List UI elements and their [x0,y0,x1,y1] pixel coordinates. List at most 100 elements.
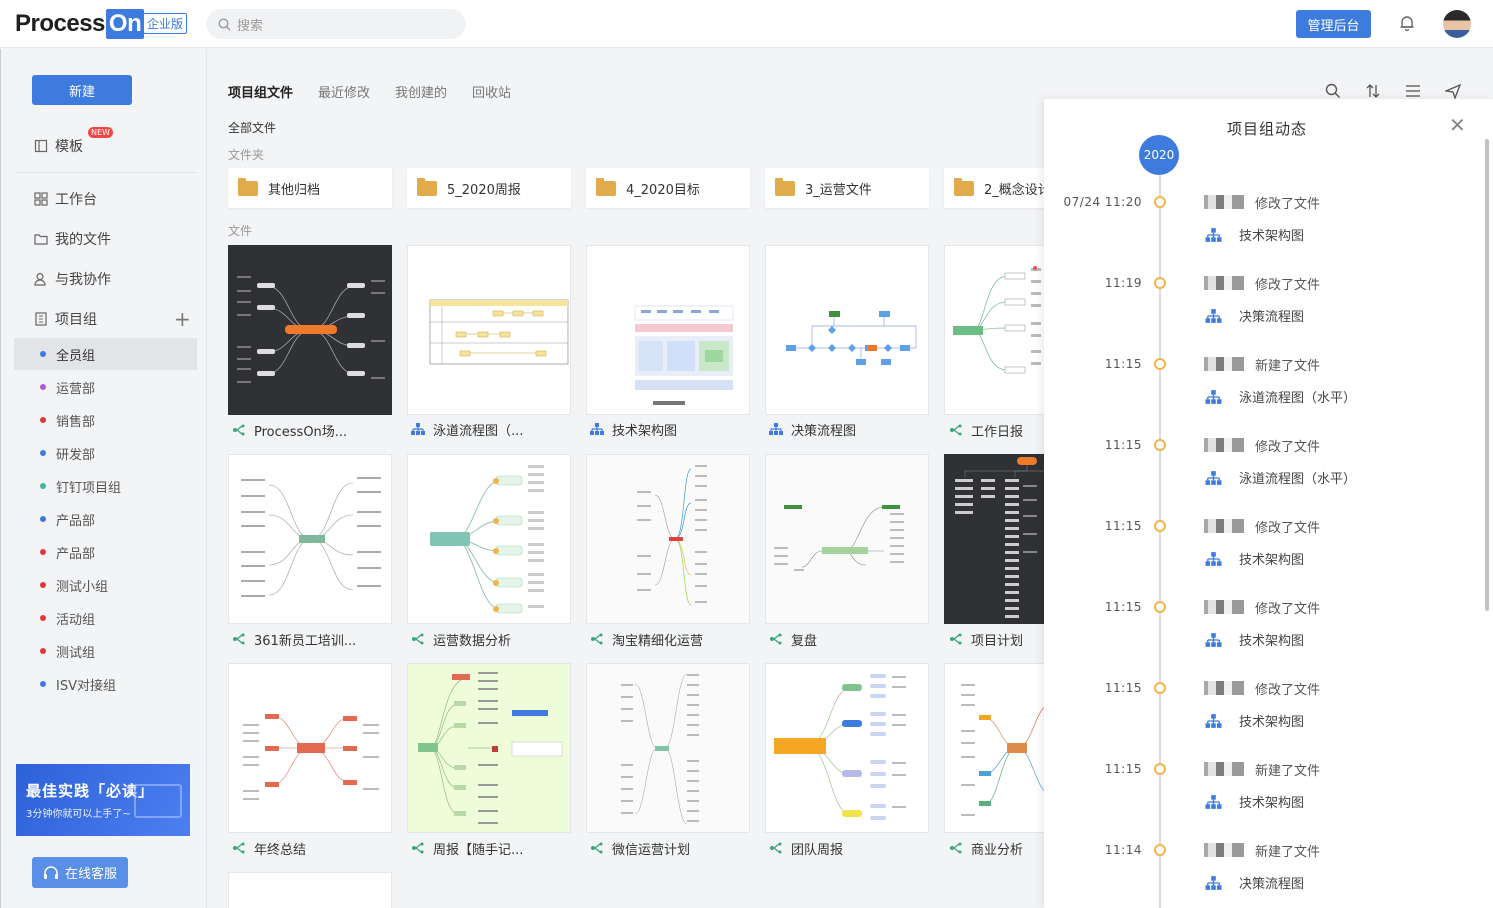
event-action: 修改了文件 [1255,278,1321,293]
tab-recent[interactable]: 最近修改 [318,82,370,101]
file-card[interactable] [407,663,571,833]
group-label: 产品部 [56,546,96,562]
file-card[interactable] [586,663,750,833]
mindmap-thumbnail [774,674,906,820]
event-file-link[interactable]: 技术架构图 [1205,549,1304,568]
file-label[interactable]: 361新员工培训... [232,630,356,649]
folder-item[interactable]: 3_运营文件 [765,168,929,208]
group-item[interactable]: 测试小组 [14,569,197,601]
file-label[interactable]: 泳道流程图（... [411,420,523,439]
close-icon[interactable]: ✕ [1449,113,1466,137]
file-label[interactable]: 年终总结 [232,839,306,858]
search-input[interactable]: 搜索 [206,9,466,39]
group-item[interactable]: 测试组 [14,635,197,667]
logo-text: Process [15,10,105,37]
folder-icon [417,177,437,196]
event-file-link[interactable]: 技术架构图 [1205,225,1304,244]
event-file-link[interactable]: 技术架构图 [1205,630,1304,649]
file-label[interactable]: 工作日报 [949,421,1023,440]
file-card[interactable] [407,454,571,624]
folder-item[interactable]: 其他归档 [228,168,392,208]
group-item[interactable]: 产品部 [14,503,197,535]
mindmap-thumbnail [237,276,385,383]
folder-item[interactable]: 5_2020周报 [407,168,571,208]
group-item[interactable]: 全员组 [14,338,197,370]
online-service-button[interactable]: 在线客服 [32,857,128,888]
group-dot [40,516,46,522]
file-label[interactable]: 项目计划 [949,630,1023,649]
sort-icon[interactable] [1365,83,1381,99]
send-icon[interactable] [1445,83,1461,99]
search-icon[interactable] [1325,83,1341,99]
tab-trash[interactable]: 回收站 [472,82,511,101]
file-label[interactable]: 复盘 [769,630,817,649]
group-item[interactable]: 销售部 [14,404,197,436]
event-action: 修改了文件 [1255,440,1321,455]
file-card[interactable] [765,245,929,415]
sidebar-item-workspace[interactable]: 工作台 [34,188,97,210]
event-file-name: 技术架构图 [1239,229,1305,244]
file-label[interactable]: 周报【随手记... [411,839,523,858]
sidebar-item-shared[interactable]: 与我协作 [34,268,111,290]
folder-icon [775,177,795,196]
group-item[interactable]: 产品部 [14,536,197,568]
file-card[interactable] [765,663,929,833]
file-label[interactable]: ProcessOn场... [232,421,347,440]
file-label[interactable]: 运营数据分析 [411,630,511,649]
group-dot [40,483,46,489]
file-card[interactable] [586,245,750,415]
event-file-link[interactable]: 泳道流程图（水平） [1205,387,1356,406]
file-card[interactable] [228,454,392,624]
group-dot [40,549,46,555]
add-group-button[interactable]: + [174,309,191,329]
tab-created-by-me[interactable]: 我创建的 [395,82,447,101]
sidebar-item-template[interactable]: 模板 NEW [34,127,113,157]
group-dot [40,582,46,588]
file-label[interactable]: 微信运营计划 [590,839,690,858]
user-avatar[interactable] [1443,10,1471,38]
mindmap-icon [950,424,962,436]
event-file-link[interactable]: 技术架构图 [1205,711,1304,730]
event-file-link[interactable]: 技术架构图 [1205,792,1304,811]
group-item[interactable]: 运营部 [14,371,197,403]
file-label[interactable]: 商业分析 [949,839,1023,858]
mindmap-icon [770,633,782,645]
file-card[interactable] [586,454,750,624]
timeline-dot [1154,439,1166,451]
file-label[interactable]: 技术架构图 [590,420,677,439]
list-view-icon[interactable] [1405,83,1421,99]
event-file-link[interactable]: 泳道流程图（水平） [1205,468,1356,487]
group-item[interactable]: 钉钉项目组 [14,470,197,502]
event-file-name: 泳道流程图（水平） [1239,472,1357,487]
folder-name: 3_运营文件 [805,182,872,198]
group-label: 钉钉项目组 [56,480,122,496]
folder-item[interactable]: 4_2020目标 [586,168,750,208]
group-item[interactable]: ISV对接组 [14,668,197,700]
mindmap-thumbnail [637,465,707,606]
file-card[interactable] [228,663,392,833]
file-label[interactable]: 团队周报 [769,839,843,858]
file-card[interactable] [228,872,392,908]
file-label[interactable]: 淘宝精细化运营 [590,630,703,649]
event-file-link[interactable]: 决策流程图 [1205,306,1304,325]
group-item[interactable]: 活动组 [14,602,197,634]
group-item[interactable]: 研发部 [14,437,197,469]
file-card[interactable] [765,454,929,624]
mindmap-thumbnail [430,465,544,614]
file-card[interactable] [228,245,392,415]
processon-logo[interactable]: Process On [15,9,145,39]
scrollbar[interactable] [1485,139,1489,611]
best-practice-banner[interactable]: 最佳实践「必读」 3分钟你就可以上手了~ [16,764,190,836]
sidebar-item-project-groups[interactable]: 项目组 [34,308,97,330]
bell-icon[interactable] [1398,14,1416,32]
file-card[interactable] [407,245,571,415]
event-file-link[interactable]: 决策流程图 [1205,873,1304,892]
year-badge: 2020 [1139,135,1179,175]
file-label[interactable]: 决策流程图 [769,420,856,439]
new-button[interactable]: 新建 [32,75,132,105]
tab-project-files[interactable]: 项目组文件 [228,82,293,101]
admin-console-button[interactable]: 管理后台 [1296,10,1371,38]
folder-name: 5_2020周报 [447,182,521,198]
timeline-dot [1154,763,1166,775]
sidebar-item-my-files[interactable]: 我的文件 [34,228,111,250]
